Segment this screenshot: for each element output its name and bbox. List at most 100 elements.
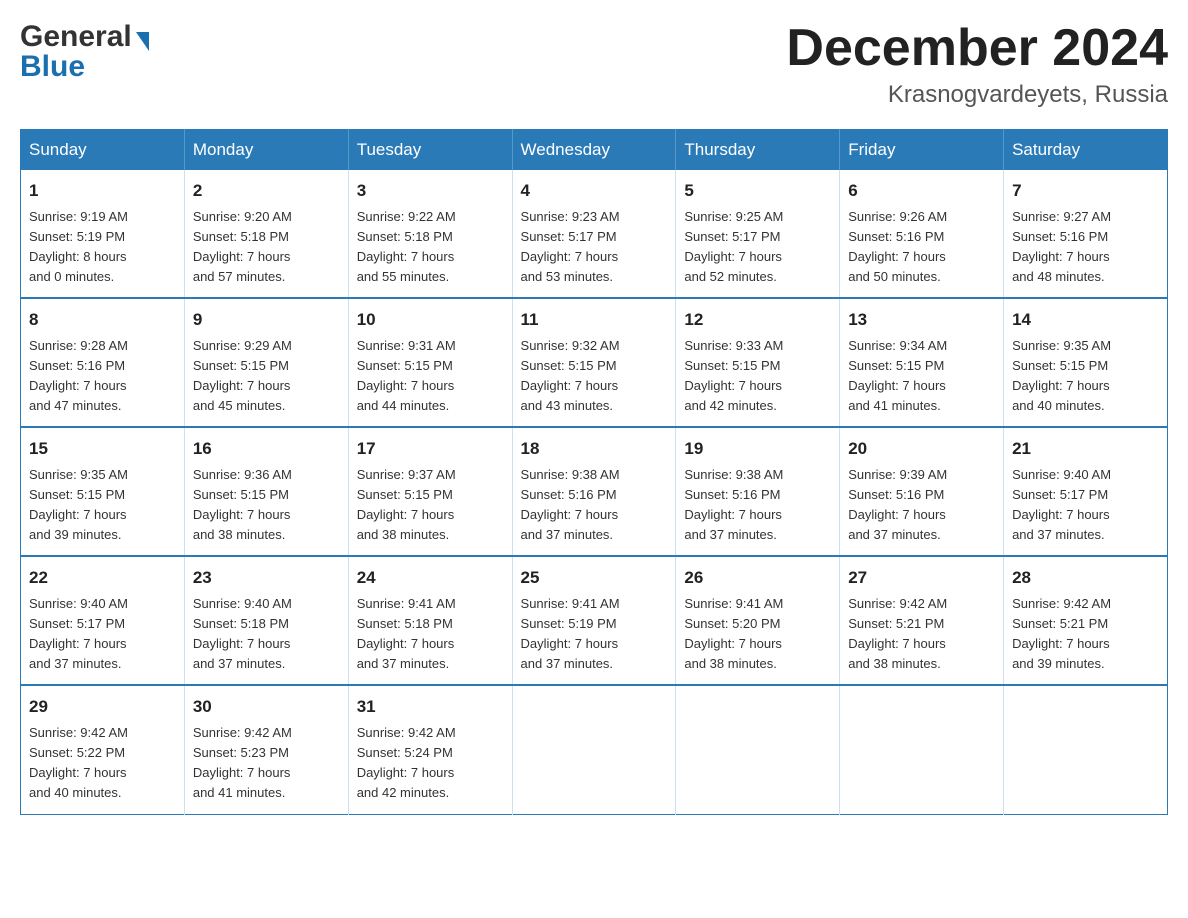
- calendar-day-cell: 16 Sunrise: 9:36 AMSunset: 5:15 PMDayligh…: [184, 427, 348, 556]
- day-number: 16: [193, 436, 340, 462]
- day-number: 14: [1012, 307, 1159, 333]
- calendar-day-cell: 1 Sunrise: 9:19 AMSunset: 5:19 PMDaylight…: [21, 170, 185, 298]
- day-number: 6: [848, 178, 995, 204]
- calendar-day-cell: 9Sunrise: 9:29 AMSunset: 5:15 PMDaylight…: [184, 298, 348, 427]
- day-info: Sunrise: 9:23 AMSunset: 5:17 PMDaylight:…: [521, 207, 668, 288]
- calendar-day-cell: 24 Sunrise: 9:41 AMSunset: 5:18 PMDayligh…: [348, 556, 512, 685]
- calendar-day-cell: 21 Sunrise: 9:40 AMSunset: 5:17 PMDayligh…: [1004, 427, 1168, 556]
- calendar-week-4: 22Sunrise: 9:40 AMSunset: 5:17 PMDayligh…: [21, 556, 1168, 685]
- calendar-table: SundayMondayTuesdayWednesdayThursdayFrid…: [20, 129, 1168, 814]
- day-number: 15: [29, 436, 176, 462]
- day-number: 30: [193, 694, 340, 720]
- calendar-day-cell: 14 Sunrise: 9:35 AMSunset: 5:15 PMDayligh…: [1004, 298, 1168, 427]
- day-info: Sunrise: 9:41 AMSunset: 5:18 PMDaylight:…: [357, 594, 504, 675]
- weekday-header-thursday: Thursday: [676, 130, 840, 171]
- day-info: Sunrise: 9:42 AMSunset: 5:21 PMDaylight:…: [848, 594, 995, 675]
- weekday-header-friday: Friday: [840, 130, 1004, 171]
- day-info: Sunrise: 9:28 AMSunset: 5:16 PMDaylight:…: [29, 336, 176, 417]
- day-number: 26: [684, 565, 831, 591]
- logo: General Blue: [20, 20, 149, 84]
- day-number: 29: [29, 694, 176, 720]
- calendar-day-cell: 17 Sunrise: 9:37 AMSunset: 5:15 PMDayligh…: [348, 427, 512, 556]
- weekday-header-monday: Monday: [184, 130, 348, 171]
- day-info: Sunrise: 9:39 AMSunset: 5:16 PMDaylight:…: [848, 465, 995, 546]
- day-info: Sunrise: 9:32 AMSunset: 5:15 PMDaylight:…: [521, 336, 668, 417]
- day-info: Sunrise: 9:38 AMSunset: 5:16 PMDaylight:…: [684, 465, 831, 546]
- day-number: 7: [1012, 178, 1159, 204]
- calendar-day-cell: 12 Sunrise: 9:33 AMSunset: 5:15 PMDayligh…: [676, 298, 840, 427]
- calendar-day-cell: 5Sunrise: 9:25 AMSunset: 5:17 PMDaylight…: [676, 170, 840, 298]
- day-info: Sunrise: 9:26 AMSunset: 5:16 PMDaylight:…: [848, 207, 995, 288]
- day-number: 13: [848, 307, 995, 333]
- day-info: Sunrise: 9:22 AMSunset: 5:18 PMDaylight:…: [357, 207, 504, 288]
- day-number: 2: [193, 178, 340, 204]
- day-number: 10: [357, 307, 504, 333]
- day-number: 3: [357, 178, 504, 204]
- day-info: Sunrise: 9:42 AMSunset: 5:24 PMDaylight:…: [357, 723, 504, 804]
- day-info: Sunrise: 9:31 AMSunset: 5:15 PMDaylight:…: [357, 336, 504, 417]
- calendar-body: 1 Sunrise: 9:19 AMSunset: 5:19 PMDaylight…: [21, 170, 1168, 814]
- day-number: 1: [29, 178, 176, 204]
- calendar-day-cell: 15 Sunrise: 9:35 AMSunset: 5:15 PMDayligh…: [21, 427, 185, 556]
- day-info: Sunrise: 9:42 AMSunset: 5:21 PMDaylight:…: [1012, 594, 1159, 675]
- calendar-day-cell: 29Sunrise: 9:42 AMSunset: 5:22 PMDayligh…: [21, 685, 185, 814]
- calendar-day-cell: 27Sunrise: 9:42 AMSunset: 5:21 PMDayligh…: [840, 556, 1004, 685]
- day-info: Sunrise: 9:33 AMSunset: 5:15 PMDaylight:…: [684, 336, 831, 417]
- weekday-header-sunday: Sunday: [21, 130, 185, 171]
- calendar-day-cell: 31 Sunrise: 9:42 AMSunset: 5:24 PMDayligh…: [348, 685, 512, 814]
- day-info: Sunrise: 9:41 AMSunset: 5:20 PMDaylight:…: [684, 594, 831, 675]
- calendar-day-cell: 13Sunrise: 9:34 AMSunset: 5:15 PMDayligh…: [840, 298, 1004, 427]
- day-number: 12: [684, 307, 831, 333]
- calendar-day-cell: 2Sunrise: 9:20 AMSunset: 5:18 PMDaylight…: [184, 170, 348, 298]
- day-info: Sunrise: 9:36 AMSunset: 5:15 PMDaylight:…: [193, 465, 340, 546]
- day-number: 8: [29, 307, 176, 333]
- calendar-week-2: 8 Sunrise: 9:28 AMSunset: 5:16 PMDaylight…: [21, 298, 1168, 427]
- day-number: 11: [521, 307, 668, 333]
- calendar-day-cell: 18 Sunrise: 9:38 AMSunset: 5:16 PMDayligh…: [512, 427, 676, 556]
- page-subtitle: Krasnogvardeyets, Russia: [786, 81, 1168, 109]
- weekday-header-tuesday: Tuesday: [348, 130, 512, 171]
- day-number: 22: [29, 565, 176, 591]
- calendar-day-cell: [840, 685, 1004, 814]
- calendar-day-cell: [676, 685, 840, 814]
- day-number: 21: [1012, 436, 1159, 462]
- calendar-week-1: 1 Sunrise: 9:19 AMSunset: 5:19 PMDaylight…: [21, 170, 1168, 298]
- logo-blue-text: Blue: [20, 50, 149, 84]
- calendar-day-cell: 20 Sunrise: 9:39 AMSunset: 5:16 PMDayligh…: [840, 427, 1004, 556]
- day-info: Sunrise: 9:40 AMSunset: 5:17 PMDaylight:…: [1012, 465, 1159, 546]
- calendar-day-cell: 19 Sunrise: 9:38 AMSunset: 5:16 PMDayligh…: [676, 427, 840, 556]
- calendar-day-cell: 6 Sunrise: 9:26 AMSunset: 5:16 PMDaylight…: [840, 170, 1004, 298]
- calendar-header: SundayMondayTuesdayWednesdayThursdayFrid…: [21, 130, 1168, 171]
- day-number: 24: [357, 565, 504, 591]
- day-number: 31: [357, 694, 504, 720]
- day-number: 4: [521, 178, 668, 204]
- calendar-week-5: 29Sunrise: 9:42 AMSunset: 5:22 PMDayligh…: [21, 685, 1168, 814]
- day-info: Sunrise: 9:37 AMSunset: 5:15 PMDaylight:…: [357, 465, 504, 546]
- day-number: 20: [848, 436, 995, 462]
- calendar-day-cell: 10 Sunrise: 9:31 AMSunset: 5:15 PMDayligh…: [348, 298, 512, 427]
- calendar-day-cell: 25Sunrise: 9:41 AMSunset: 5:19 PMDayligh…: [512, 556, 676, 685]
- day-info: Sunrise: 9:38 AMSunset: 5:16 PMDaylight:…: [521, 465, 668, 546]
- day-number: 19: [684, 436, 831, 462]
- calendar-day-cell: 23 Sunrise: 9:40 AMSunset: 5:18 PMDayligh…: [184, 556, 348, 685]
- day-number: 17: [357, 436, 504, 462]
- day-info: Sunrise: 9:27 AMSunset: 5:16 PMDaylight:…: [1012, 207, 1159, 288]
- calendar-day-cell: 22Sunrise: 9:40 AMSunset: 5:17 PMDayligh…: [21, 556, 185, 685]
- day-number: 9: [193, 307, 340, 333]
- day-number: 23: [193, 565, 340, 591]
- calendar-day-cell: 7 Sunrise: 9:27 AMSunset: 5:16 PMDaylight…: [1004, 170, 1168, 298]
- calendar-day-cell: 8 Sunrise: 9:28 AMSunset: 5:16 PMDaylight…: [21, 298, 185, 427]
- calendar-day-cell: 11 Sunrise: 9:32 AMSunset: 5:15 PMDayligh…: [512, 298, 676, 427]
- day-info: Sunrise: 9:19 AMSunset: 5:19 PMDaylight:…: [29, 207, 176, 288]
- day-info: Sunrise: 9:40 AMSunset: 5:18 PMDaylight:…: [193, 594, 340, 675]
- page-header: General Blue December 2024 Krasnogvardey…: [20, 20, 1168, 109]
- day-number: 18: [521, 436, 668, 462]
- calendar-day-cell: 4 Sunrise: 9:23 AMSunset: 5:17 PMDaylight…: [512, 170, 676, 298]
- calendar-day-cell: [512, 685, 676, 814]
- calendar-day-cell: [1004, 685, 1168, 814]
- day-info: Sunrise: 9:42 AMSunset: 5:23 PMDaylight:…: [193, 723, 340, 804]
- weekday-header-row: SundayMondayTuesdayWednesdayThursdayFrid…: [21, 130, 1168, 171]
- day-info: Sunrise: 9:25 AMSunset: 5:17 PMDaylight:…: [684, 207, 831, 288]
- day-info: Sunrise: 9:35 AMSunset: 5:15 PMDaylight:…: [29, 465, 176, 546]
- day-info: Sunrise: 9:35 AMSunset: 5:15 PMDaylight:…: [1012, 336, 1159, 417]
